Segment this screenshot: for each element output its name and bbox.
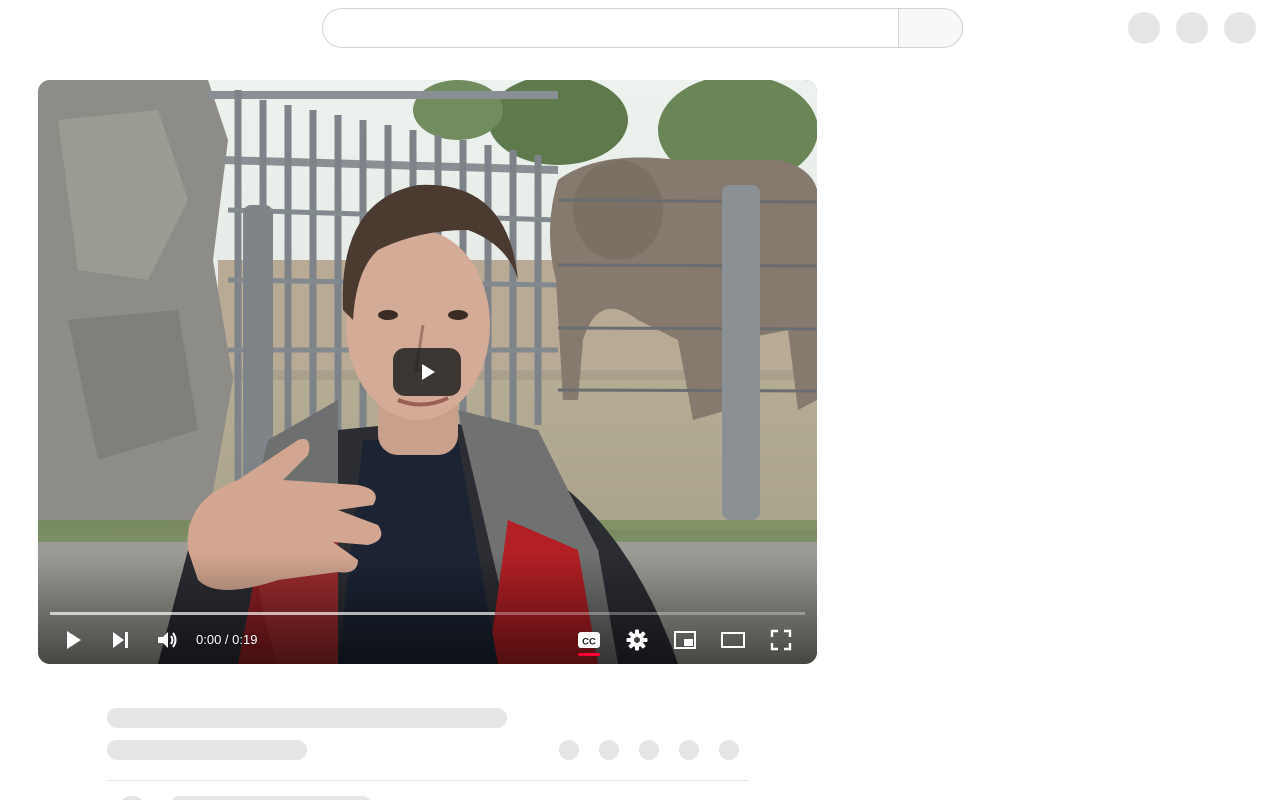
search-input[interactable] <box>322 8 899 48</box>
settings-button[interactable] <box>619 626 655 654</box>
play-icon <box>67 631 81 649</box>
topbar-action-placeholder[interactable] <box>1128 12 1160 44</box>
theater-mode-button[interactable] <box>715 626 751 654</box>
next-button[interactable] <box>102 626 138 654</box>
buffered-progress <box>50 612 496 615</box>
channel-placeholder <box>107 740 307 760</box>
subtitles-button[interactable]: CC <box>571 626 607 654</box>
avatar-placeholder <box>117 796 147 800</box>
divider <box>107 780 748 781</box>
skip-next-icon <box>113 632 128 648</box>
theater-mode-icon <box>721 632 745 648</box>
action-placeholder <box>599 740 619 760</box>
search-button[interactable] <box>898 8 963 48</box>
fullscreen-button[interactable] <box>763 626 799 654</box>
closed-captions-icon: CC <box>578 632 600 648</box>
avatar-placeholder[interactable] <box>1224 12 1256 44</box>
watch-page: 0:00 / 0:19 CC <box>0 0 1280 800</box>
action-placeholder <box>639 740 659 760</box>
miniplayer-icon <box>674 631 696 649</box>
title-placeholder <box>107 708 507 728</box>
action-placeholder <box>559 740 579 760</box>
action-placeholder <box>679 740 699 760</box>
volume-icon <box>158 632 177 648</box>
captions-active-indicator <box>578 653 600 656</box>
description-placeholder <box>170 796 372 800</box>
fullscreen-icon <box>770 629 792 651</box>
play-button[interactable] <box>55 626 91 654</box>
progress-bar[interactable] <box>50 612 805 615</box>
topbar-action-placeholder[interactable] <box>1176 12 1208 44</box>
time-display: 0:00 / 0:19 <box>196 632 258 647</box>
action-placeholder <box>719 740 739 760</box>
mute-button[interactable] <box>149 626 185 654</box>
miniplayer-button[interactable] <box>667 626 703 654</box>
video-player[interactable]: 0:00 / 0:19 CC <box>38 80 817 664</box>
play-icon <box>422 364 435 380</box>
gear-icon <box>626 629 648 651</box>
large-play-button[interactable] <box>393 348 461 396</box>
svg-text:CC: CC <box>582 637 596 648</box>
